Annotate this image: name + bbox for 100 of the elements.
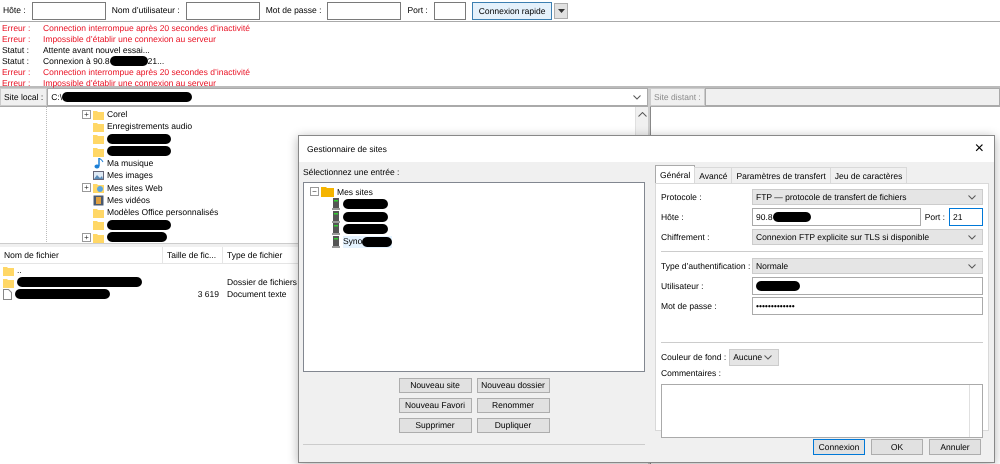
- file-name: ..: [17, 264, 22, 276]
- encryption-select[interactable]: Connexion FTP explicite sur TLS si disponible: [752, 229, 983, 245]
- caret-icon: [764, 354, 772, 360]
- tree-item[interactable]: Ma musique: [107, 156, 154, 170]
- expand-icon[interactable]: +: [82, 232, 91, 242]
- folder-icon: [93, 146, 104, 157]
- close-button[interactable]: ×: [972, 141, 986, 157]
- document-icon: [3, 288, 12, 300]
- action-button[interactable]: Supprimer: [398, 418, 472, 433]
- log-label: Statut :: [1, 56, 30, 67]
- tab[interactable]: Général: [655, 165, 696, 183]
- folder-icon: [321, 186, 334, 198]
- input-field[interactable]: [327, 2, 402, 20]
- folder-icon: [93, 108, 104, 120]
- log-message: Impossible d’établir une connexion au serveur: [43, 78, 216, 89]
- field-label: Mot de passe :: [266, 4, 322, 17]
- music-note-icon: [93, 158, 104, 169]
- column-header[interactable]: Taille de fic...: [163, 247, 223, 263]
- folder-icon: [93, 133, 104, 144]
- input-field[interactable]: [32, 2, 106, 20]
- dialog-button[interactable]: OK: [871, 439, 923, 455]
- file-type: Document texte: [227, 288, 287, 299]
- log-label: Erreur :: [1, 67, 32, 78]
- log-message: Connexion à 90.8: [43, 56, 110, 67]
- site-label: Site distant :: [650, 88, 705, 106]
- tree-item[interactable]: Mes images: [107, 169, 153, 182]
- field-label: Chiffrement :: [661, 230, 711, 244]
- folder-icon: [93, 219, 104, 230]
- web-folder-icon: [93, 182, 104, 194]
- log-label: Erreur :: [1, 34, 32, 45]
- log-message: Impossible d’établir une connexion au serveur: [43, 34, 216, 45]
- expand-icon[interactable]: +: [82, 110, 91, 119]
- column-header[interactable]: Nom de fichier: [0, 247, 163, 263]
- path-combobox[interactable]: C:\: [47, 88, 648, 106]
- input-field[interactable]: 90.8: [752, 208, 921, 226]
- action-button[interactable]: Dupliquer: [476, 418, 550, 433]
- caret-icon: [558, 8, 565, 12]
- action-button[interactable]: Nouveau dossier: [476, 378, 550, 393]
- field-label: Mot de passe :: [661, 300, 718, 312]
- site-label: Site local :: [0, 88, 48, 106]
- image-icon: [93, 170, 104, 182]
- field-label: Commentaires :: [661, 368, 721, 378]
- log-message: Connection interrompue après 20 secondes d’inactivité: [43, 23, 250, 34]
- password-field[interactable]: •••••••••••••: [752, 297, 983, 315]
- field-label: Hôte :: [661, 210, 685, 224]
- tree-item[interactable]: Modèles Office personnalisés: [107, 206, 218, 219]
- folder-icon: [3, 264, 14, 276]
- field-label: Protocole :: [661, 190, 703, 204]
- section-label: Sélectionnez une entrée :: [303, 166, 400, 179]
- dropdown-button[interactable]: [554, 2, 568, 18]
- input-field[interactable]: 21: [949, 208, 983, 226]
- comments-field[interactable]: [661, 384, 983, 438]
- window-title: Gestionnaire de sites: [307, 142, 387, 156]
- folder-icon: [3, 276, 14, 288]
- scroll-up-icon: [638, 112, 647, 117]
- caret-icon: [633, 94, 641, 100]
- dialog-button[interactable]: Annuler: [929, 439, 981, 455]
- dialog-button[interactable]: Connexion: [813, 439, 865, 455]
- folder-icon: [93, 207, 104, 218]
- collapse-icon[interactable]: −: [310, 187, 319, 196]
- input-field[interactable]: [434, 2, 466, 20]
- action-button[interactable]: Nouveau site: [398, 378, 472, 393]
- field-label: Port :: [407, 4, 428, 17]
- log-label: Erreur :: [1, 78, 32, 89]
- caret-icon: [968, 234, 976, 240]
- field-label: Hôte :: [3, 4, 26, 17]
- expand-icon[interactable]: +: [82, 183, 91, 192]
- field-label: Port :: [924, 210, 945, 224]
- tree-item[interactable]: Syno: [343, 236, 392, 248]
- folder-icon: [93, 120, 104, 132]
- quick-connect-button[interactable]: Connexion rapide: [472, 2, 552, 20]
- tab[interactable]: Jeu de caractères: [830, 167, 908, 183]
- log-message: Connection interrompue après 20 secondes d’inactivité: [43, 67, 250, 78]
- field-label: Type d’authentification :: [661, 260, 752, 272]
- field-label: Utilisateur :: [661, 280, 705, 292]
- folder-icon: [93, 232, 104, 243]
- tree-item[interactable]: Mes sites Web: [107, 182, 163, 194]
- log-message: Attente avant nouvel essai...: [43, 45, 150, 56]
- auth-type-select[interactable]: Normale: [752, 258, 983, 274]
- input-field[interactable]: [752, 277, 983, 295]
- action-button[interactable]: Nouveau Favori: [398, 398, 472, 413]
- action-button[interactable]: Renommer: [476, 398, 550, 413]
- tree-item[interactable]: Mes vidéos: [107, 194, 150, 207]
- field-label: Couleur de fond :: [661, 350, 726, 364]
- tab[interactable]: Avancé: [694, 167, 732, 183]
- caret-icon: [968, 194, 976, 200]
- tree-item[interactable]: Corel: [107, 108, 128, 121]
- protocol-select[interactable]: FTP — protocole de transfert de fichiers: [752, 189, 983, 205]
- tree-item[interactable]: Mes sites: [337, 186, 373, 198]
- input-field[interactable]: [186, 2, 260, 20]
- file-type: Dossier de fichiers: [227, 276, 297, 287]
- film-icon: [93, 194, 104, 206]
- field-label: Nom d’utilisateur :: [112, 4, 180, 17]
- caret-icon: [968, 264, 976, 268]
- log-label: Statut :: [1, 45, 30, 56]
- color-select[interactable]: Aucune: [729, 348, 780, 366]
- log-message: 21...: [148, 56, 164, 67]
- file-size: 3 619: [198, 288, 219, 299]
- log-label: Erreur :: [1, 23, 32, 34]
- tree-item[interactable]: Enregistrements audio: [107, 120, 192, 133]
